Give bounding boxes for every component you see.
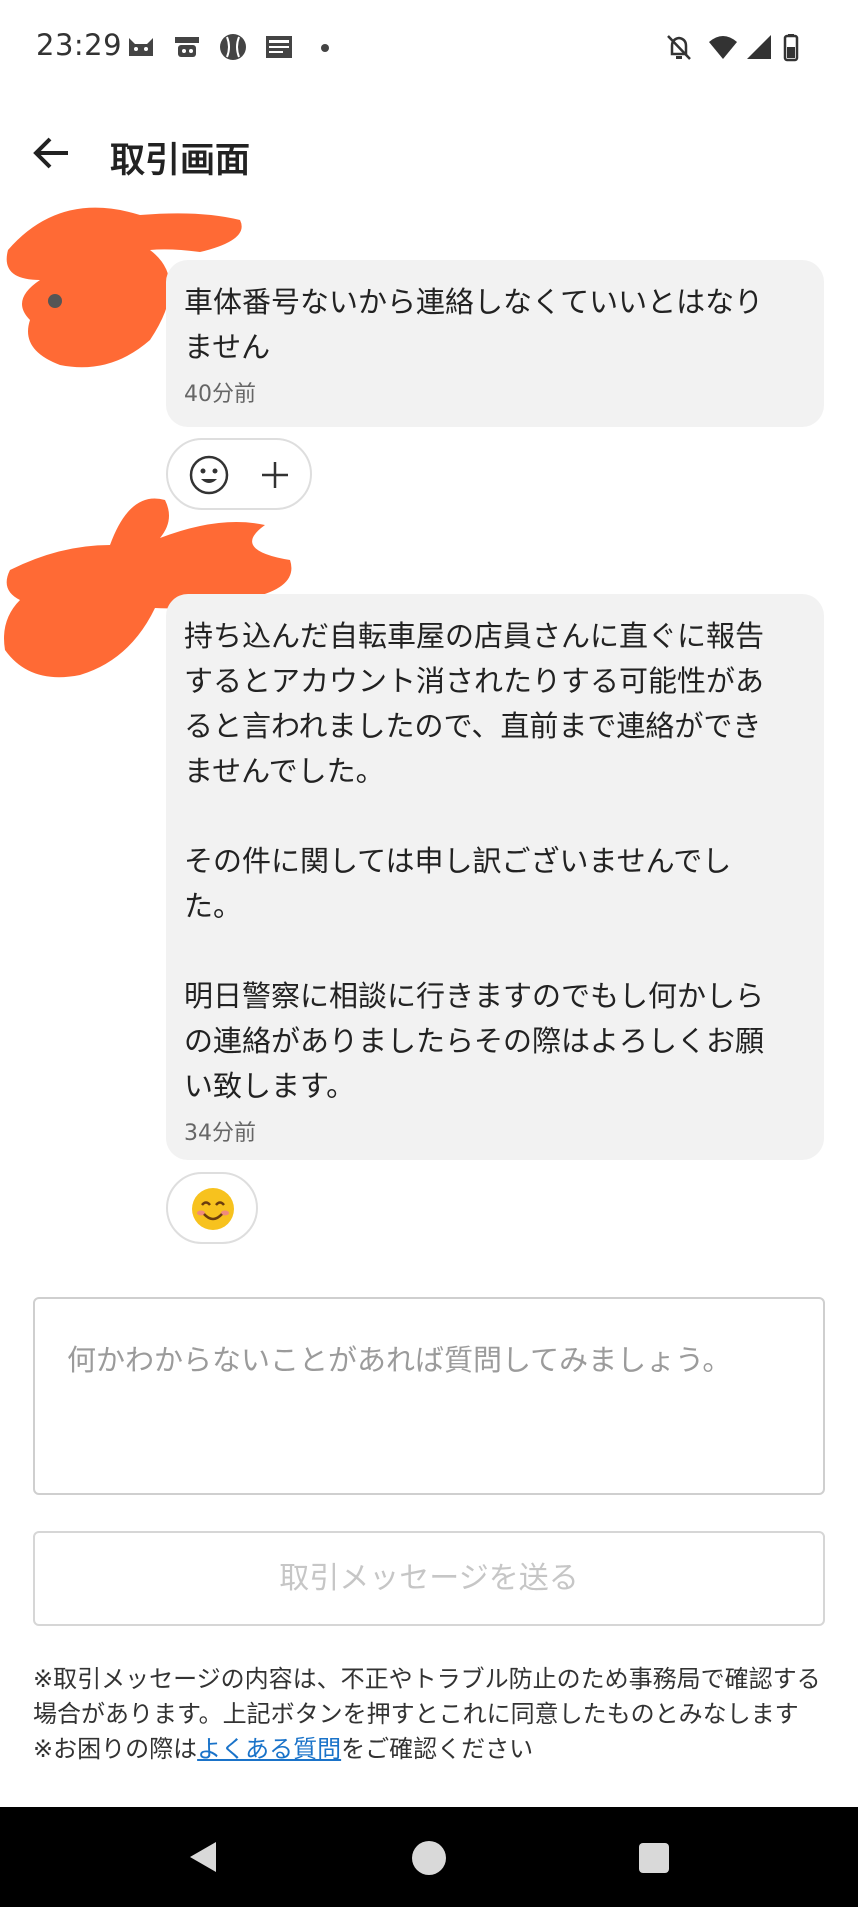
smiling-face-emoji-icon[interactable] [190,1186,236,1232]
home-circle-icon[interactable] [410,1839,448,1877]
sender-avatar [48,294,62,308]
wifi-icon [709,36,737,59]
cat-notification-icon [129,38,153,56]
terms-notice: ※取引メッセージの内容は、不正やトラブル防止のため事務局で確認する場合があります… [33,1662,833,1767]
message-bubble: 持ち込んだ自転車屋の店員さんに直ぐに報告 するとアカウント消されたりする可能性が… [166,594,824,1160]
help-suffix: をご確認ください [341,1735,534,1763]
faq-link[interactable]: よくある質問 [197,1735,341,1763]
message-time: 40分前 [184,382,256,407]
message-bubble: 車体番号ないから連絡しなくていいとはなり ません 40分前 [166,260,824,427]
dot-icon [321,44,329,52]
help-notice: ※お困りの際はよくある質問をご確認ください [33,1732,833,1767]
notifications-off-icon [667,35,691,60]
plus-icon[interactable] [256,456,294,494]
message-text: 車体番号ないから連絡しなくていいとはなり ません [184,285,764,364]
message-input[interactable]: 何かわからないことがあれば質問してみましょう。 [33,1297,825,1495]
baseball-icon [220,34,246,60]
page-title: 取引画面 [110,141,251,181]
app-notification-icon [175,37,199,57]
input-placeholder: 何かわからないことがあれば質問してみましょう。 [67,1343,732,1377]
battery-icon [783,34,799,62]
app-header: 取引画面 [0,110,858,200]
send-message-button[interactable]: 取引メッセージを送る [33,1531,825,1626]
back-triangle-icon[interactable] [186,1839,222,1875]
help-prefix: ※お困りの際は [33,1735,198,1763]
signal-icon [747,35,771,59]
notice-text: ※取引メッセージの内容は、不正やトラブル防止のため事務局で確認する場合があります… [33,1665,821,1728]
status-time: 23:29 [36,28,123,62]
reaction-badge[interactable] [166,1172,258,1244]
recents-square-icon[interactable] [637,1841,671,1875]
back-arrow-icon[interactable] [28,128,78,178]
status-bar: 23:29 [0,0,858,96]
system-nav-bar [0,1807,858,1907]
message-text: 持ち込んだ自転車屋の店員さんに直ぐに報告 するとアカウント消されたりする可能性が… [184,619,765,1103]
message-time: 34分前 [184,1121,256,1146]
news-icon [266,36,292,58]
